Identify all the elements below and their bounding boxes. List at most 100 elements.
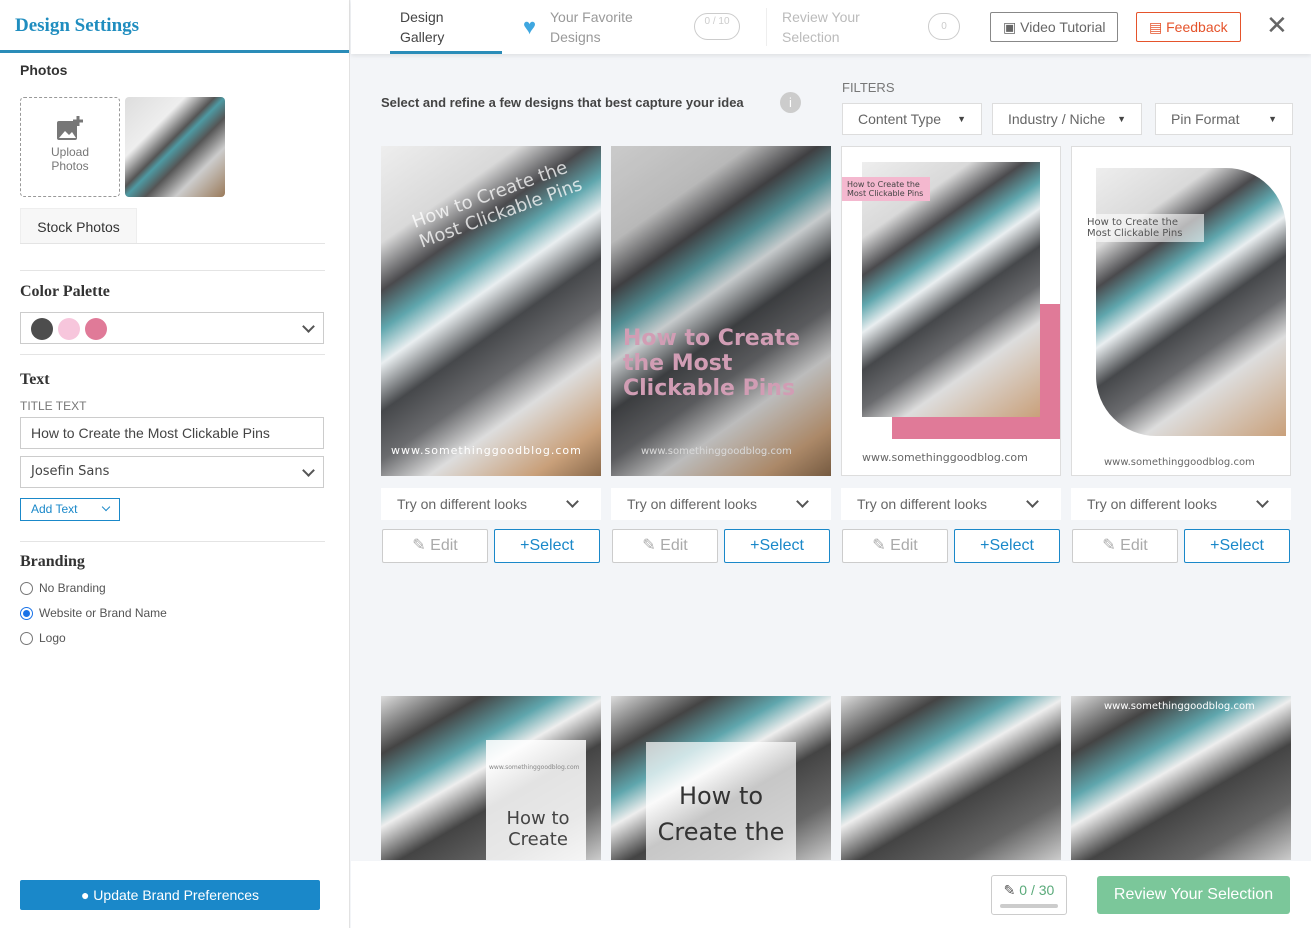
- pin-title: How to Create the Most Clickable Pins: [409, 157, 586, 253]
- pin-url: www.somethinggoodblog.com: [489, 764, 580, 771]
- edit-button[interactable]: ✎ Edit: [612, 529, 718, 563]
- radio-label: Website or Brand Name: [39, 606, 167, 620]
- font-select[interactable]: Josefin Sans: [20, 456, 324, 488]
- heart-icon: ♥: [523, 14, 537, 39]
- active-tab-indicator: [390, 51, 502, 54]
- font-value: Josefin Sans: [31, 464, 110, 479]
- design-card[interactable]: How to Create the Most Clickable Pins ww…: [611, 146, 831, 476]
- content-type-filter[interactable]: Content Type ▼: [842, 103, 982, 135]
- review-selection-button[interactable]: Review Your Selection: [1097, 876, 1290, 914]
- design-card[interactable]: How to Create the: [611, 696, 831, 860]
- tab-favorite-designs[interactable]: Your Favorite Designs: [550, 7, 645, 47]
- edit-button[interactable]: ✎ Edit: [382, 529, 488, 563]
- filter-label: Pin Format: [1171, 111, 1240, 127]
- looks-label: Try on different looks: [397, 496, 527, 512]
- looks-label: Try on different looks: [1087, 496, 1217, 512]
- design-card[interactable]: How to Create the Most Clickable Pins ww…: [381, 146, 601, 476]
- pin-url: www.somethinggoodblog.com: [1104, 701, 1255, 712]
- select-label: Select: [1219, 537, 1264, 554]
- chevron-down-icon: [1026, 495, 1039, 508]
- chevron-down-icon: [566, 495, 579, 508]
- try-looks-dropdown[interactable]: Try on different looks: [381, 488, 601, 520]
- radio-logo[interactable]: Logo: [20, 631, 66, 645]
- pin-title: How to Create the Most Clickable Pins: [1084, 214, 1204, 242]
- color-palette-label: Color Palette: [20, 283, 110, 300]
- select-button[interactable]: +Select: [724, 529, 830, 563]
- chevron-down-icon: [302, 464, 315, 477]
- edit-label: Edit: [430, 537, 458, 554]
- pin-title: How to Create the Most Clickable Pins: [623, 326, 800, 401]
- chevron-down-icon: [101, 502, 111, 512]
- text-label: Text: [20, 371, 50, 388]
- upload-photos-button[interactable]: Upload Photos: [20, 97, 120, 197]
- upload-label: Upload Photos: [50, 145, 90, 173]
- color-swatch: [58, 318, 80, 341]
- pin-format-filter[interactable]: Pin Format ▼: [1155, 103, 1293, 135]
- divider: [766, 8, 767, 46]
- add-photo-icon: [57, 116, 83, 140]
- radio-label: No Branding: [39, 581, 106, 595]
- add-text-dropdown[interactable]: Add Text: [20, 498, 120, 521]
- video-icon: ▣: [1003, 19, 1017, 35]
- design-card[interactable]: How to Create the Most Clickable Pins ww…: [1071, 146, 1291, 476]
- edit-button[interactable]: ✎ Edit: [1072, 529, 1178, 563]
- looks-label: Try on different looks: [857, 496, 987, 512]
- chevron-down-icon: [796, 495, 809, 508]
- select-label: Select: [529, 537, 574, 554]
- brush-icon: ✎: [1003, 882, 1016, 898]
- caret-down-icon: ▼: [1268, 114, 1277, 124]
- pin-title: How to Create the Most Clickable Pins: [842, 177, 930, 201]
- video-tutorial-label: Video Tutorial: [1020, 19, 1106, 35]
- selection-count: 0: [928, 13, 960, 40]
- design-settings-sidebar: Design Settings Photos Upload Photos Sto…: [0, 0, 350, 928]
- photo-thumbnail[interactable]: [125, 97, 225, 197]
- update-label: Update Brand Preferences: [93, 887, 260, 903]
- info-icon[interactable]: i: [780, 92, 801, 113]
- industry-niche-filter[interactable]: Industry / Niche ▼: [992, 103, 1142, 135]
- feedback-button[interactable]: ▤ Feedback: [1136, 12, 1241, 42]
- divider: [20, 541, 325, 542]
- select-label: Select: [989, 537, 1034, 554]
- looks-label: Try on different looks: [627, 496, 757, 512]
- filter-label: Industry / Niche: [1008, 111, 1106, 127]
- select-button[interactable]: +Select: [954, 529, 1060, 563]
- pin-url: www.somethinggoodblog.com: [1104, 457, 1255, 468]
- caret-down-icon: ▼: [1117, 114, 1126, 124]
- pencil-icon: ✎: [1102, 537, 1116, 554]
- user-circle-icon: ●: [80, 887, 90, 903]
- edit-button[interactable]: ✎ Edit: [842, 529, 948, 563]
- filter-label: Content Type: [858, 111, 942, 127]
- radio-no-branding[interactable]: No Branding: [20, 581, 106, 595]
- video-tutorial-button[interactable]: ▣ Video Tutorial: [990, 12, 1119, 42]
- pin-title: How to Create: [506, 808, 570, 850]
- title-text-input[interactable]: How to Create the Most Clickable Pins: [20, 417, 324, 449]
- pin-title: How to Create the: [657, 782, 785, 846]
- radio-label: Logo: [39, 631, 66, 645]
- select-label: Select: [759, 537, 804, 554]
- design-counter: ✎ 0 / 30: [991, 875, 1067, 915]
- design-card[interactable]: How to Create the Most Clickable Pins ww…: [841, 146, 1061, 476]
- radio-website-brand-name[interactable]: Website or Brand Name: [20, 606, 167, 620]
- pin-photo: [1096, 168, 1286, 436]
- color-swatch: [85, 318, 107, 341]
- design-card[interactable]: www.somethinggoodblog.com: [1071, 696, 1291, 860]
- sidebar-title: Design Settings: [0, 0, 349, 53]
- design-card[interactable]: [841, 696, 1061, 860]
- color-palette-select[interactable]: [20, 312, 324, 344]
- try-looks-dropdown[interactable]: Try on different looks: [841, 488, 1061, 520]
- counter-progress-bar: [1000, 904, 1058, 908]
- tab-design-gallery[interactable]: Design Gallery: [400, 7, 460, 47]
- edit-label: Edit: [1120, 537, 1148, 554]
- select-button[interactable]: +Select: [494, 529, 600, 563]
- try-looks-dropdown[interactable]: Try on different looks: [1071, 488, 1291, 520]
- tab-review-selection[interactable]: Review Your Selection: [782, 7, 872, 47]
- select-button[interactable]: +Select: [1184, 529, 1290, 563]
- close-icon[interactable]: ✕: [1266, 10, 1288, 41]
- design-card[interactable]: www.somethinggoodblog.com How to Create: [381, 696, 601, 860]
- update-brand-preferences-button[interactable]: ● Update Brand Preferences: [20, 880, 320, 910]
- try-looks-dropdown[interactable]: Try on different looks: [611, 488, 831, 520]
- counter-value: 0 / 30: [1019, 882, 1055, 898]
- filters-label: FILTERS: [842, 80, 895, 95]
- pencil-icon: ✎: [872, 537, 886, 554]
- stock-photos-button[interactable]: Stock Photos: [20, 208, 137, 244]
